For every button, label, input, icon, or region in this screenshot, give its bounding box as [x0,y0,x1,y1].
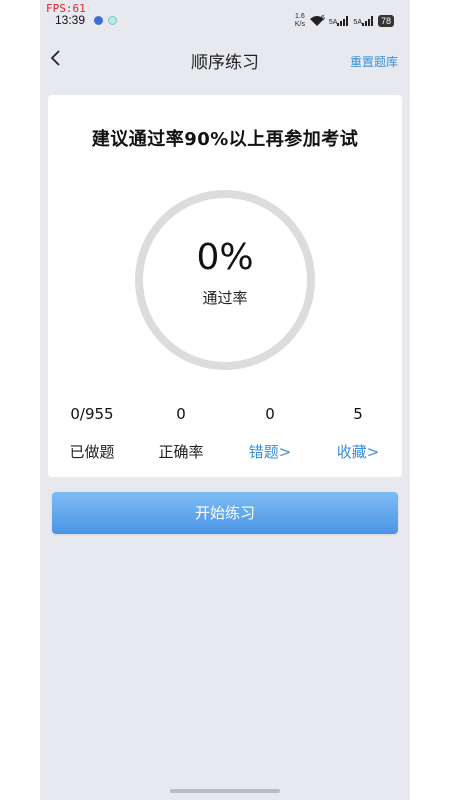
pass-rate-ring: 0% 通过率 [132,187,318,373]
stat-done-label: 已做题 [69,443,115,461]
pass-rate-percent: 0% [196,237,254,278]
ring-track [135,190,315,370]
pass-rate-label: 通过率 [202,289,248,307]
stats-row: 0/955 已做题 0 正确率 0 错题> 5 收藏> [48,405,402,465]
phone-screen: FPS:61 13:39 1.6 K/s 6 5A 5A 78 顺序练习 重置题… [40,0,410,800]
stat-done-value: 0/955 [70,405,114,423]
stat-done: 0/955 已做题 [48,405,136,462]
signal-sim2-icon: 5A [353,16,374,26]
stat-favorites-value: 5 [353,405,363,423]
stat-wrong-value: 0 [265,405,275,423]
status-indicators: 1.6 K/s 6 5A 5A 78 [295,13,394,29]
favorites-link[interactable]: 收藏> [314,441,402,462]
wrong-questions-link[interactable]: 错题> [226,441,314,462]
reset-question-bank-button[interactable]: 重置题库 [350,53,398,70]
progress-card: 建议通过率90%以上再参加考试 0% 通过率 0/955 已做题 0 正确率 0… [48,95,402,477]
stat-accuracy-value: 0 [176,405,186,423]
stat-wrong[interactable]: 0 错题> [226,405,314,462]
nav-bar: 顺序练习 重置题库 [40,42,410,78]
pass-rate-ring-graphic [135,190,315,370]
status-time: 13:39 [55,13,86,27]
pass-rate-advice: 建议通过率90%以上再参加考试 [91,129,359,150]
stat-accuracy-label: 正确率 [158,443,204,461]
stat-accuracy: 0 正确率 [137,405,225,462]
signal-sim1-icon: 5A [329,16,350,26]
home-indicator[interactable] [170,789,280,793]
wifi-icon: 6 [309,15,325,27]
start-practice-button[interactable]: 开始练习 [52,492,398,534]
stat-favorites[interactable]: 5 收藏> [314,405,402,462]
network-speed: 1.6 K/s [294,13,305,28]
status-bar: 13:39 1.6 K/s 6 5A 5A 78 [40,12,410,30]
wifi-generation: 6 [320,14,325,22]
sim1-label: 5A [328,19,338,26]
app-notification-icon-2 [108,16,117,25]
app-notification-icon [94,16,103,25]
sim2-label: 5A [353,19,362,26]
battery-icon: 78 [377,15,394,27]
